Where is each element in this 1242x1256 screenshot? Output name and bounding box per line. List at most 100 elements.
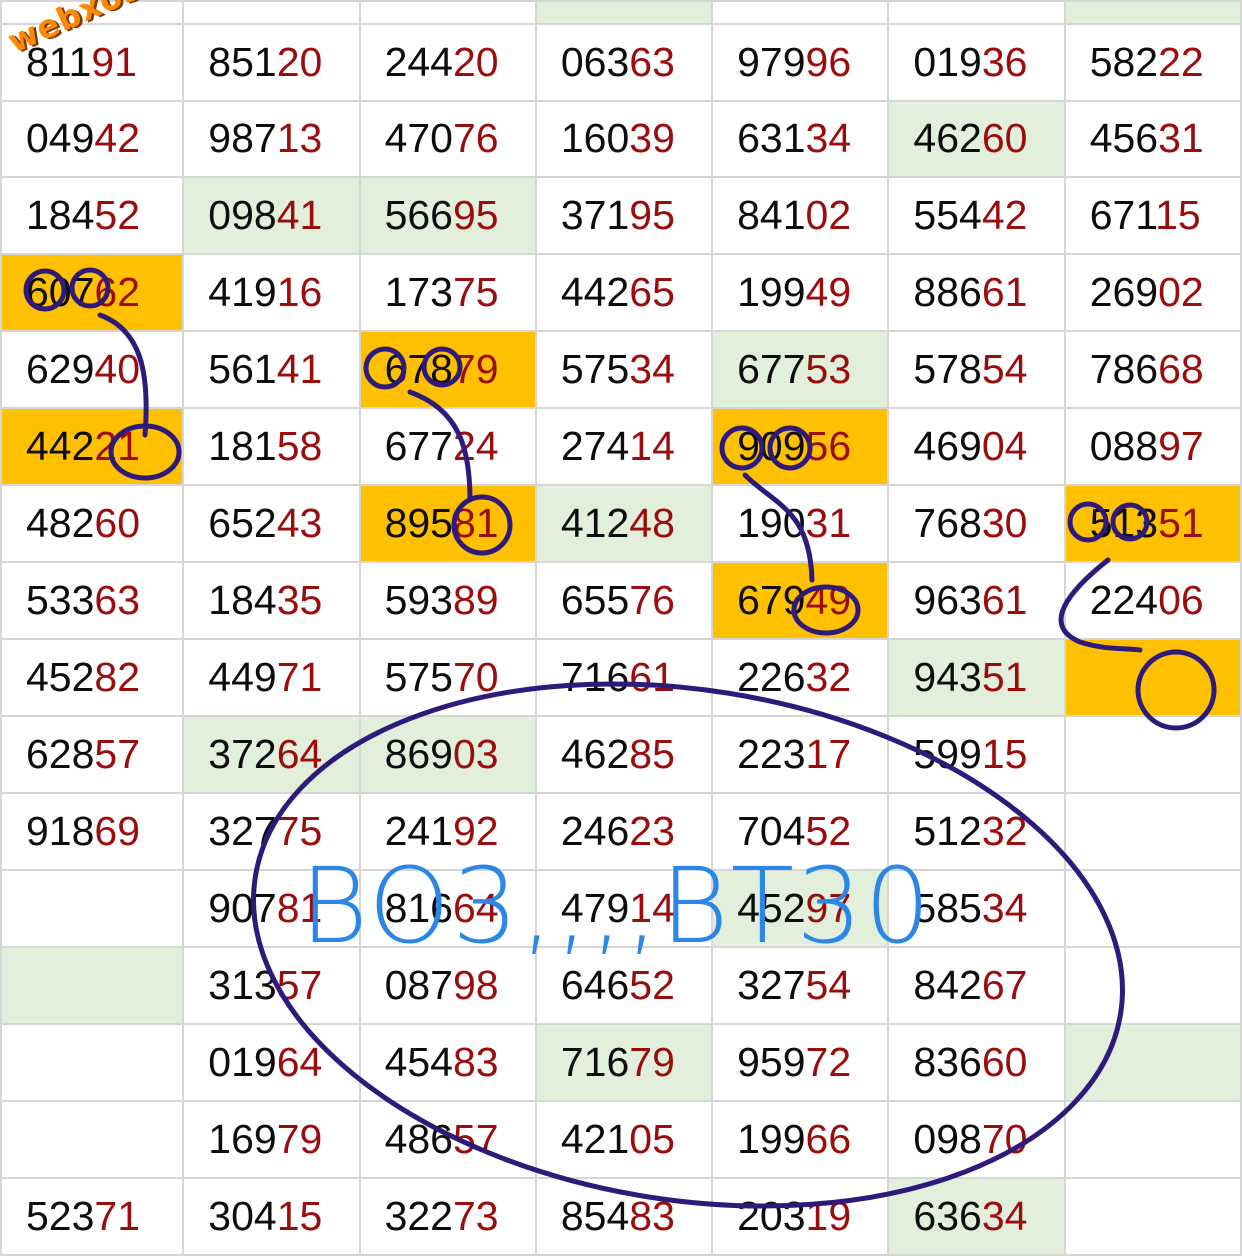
cell-number-tail: 68: [1158, 346, 1204, 393]
grid-cell: 27414: [534, 407, 714, 487]
cell-number-tail: 24: [452, 423, 499, 470]
cell-number: 26902: [1067, 269, 1204, 316]
grid-cell: 44265: [534, 253, 714, 333]
cell-number-head: 304: [208, 1192, 277, 1239]
cell-number: 01964: [185, 1038, 323, 1086]
cell-number-head: 449: [208, 654, 277, 701]
cell-number: 48260: [3, 500, 140, 547]
cell-number-tail: 71: [276, 654, 323, 701]
cell-number: 24420: [362, 39, 499, 86]
cell-number-head: 482: [26, 500, 95, 547]
cell-number-head: 836: [913, 1038, 982, 1085]
cell-number: 45631: [1067, 115, 1204, 162]
cell-number: 59389: [362, 577, 499, 624]
cell-number-head: 677: [737, 346, 806, 393]
cell-number-tail: 66: [805, 1115, 852, 1162]
grid-cell: [1063, 869, 1242, 948]
grid-cell: 83660: [887, 1022, 1066, 1102]
grid-cell: 84102: [711, 176, 890, 256]
grid-cell: 53363: [0, 561, 185, 641]
table-row: 81191 85120 24420 06363 97996 01936 58222: [0, 22, 1242, 102]
grid-cell: 32273: [358, 1176, 537, 1256]
cell-number-tail: 63: [94, 577, 141, 624]
cell-number: 52371: [3, 1192, 140, 1240]
table-row: 62857 37264 86903 46285 22317 59915: [0, 715, 1242, 795]
cell-number: 91869: [3, 808, 140, 855]
lottery-results-grid: 81191 85120 24420 06363 97996 01936 58222 04942…: [0, 0, 1242, 1256]
cell-number-head: 456: [1089, 115, 1159, 162]
cell-number: 67753: [714, 346, 851, 393]
cell-number-tail: 79: [276, 1115, 323, 1162]
cell-number-head: 442: [26, 423, 95, 470]
cell-number-head: 184: [208, 577, 277, 624]
cell-number-tail: 57: [94, 731, 141, 778]
cell-number-head: 226: [737, 654, 806, 701]
cell-number: 01936: [890, 39, 1027, 86]
grid-cell: 09870: [887, 1099, 1066, 1179]
cell-number: 86903: [362, 731, 499, 778]
cell-number-tail: 31: [805, 500, 852, 547]
grid-cell: 41248: [534, 484, 714, 564]
cell-number: 95972: [714, 1039, 851, 1086]
cell-number: 44221: [3, 423, 140, 470]
cell-number-head: 636: [913, 1192, 982, 1239]
cell-number-tail: 76: [452, 115, 499, 162]
grid-cell: 85120: [182, 22, 361, 102]
cell-number-head: 566: [384, 192, 453, 239]
cell-number-head: 599: [913, 731, 982, 778]
cell-number-head: 224: [1089, 577, 1159, 624]
cell-number: 44971: [185, 654, 323, 701]
cell-number-head: 098: [913, 1115, 982, 1162]
grid-body: 81191 85120 24420 06363 97996 01936 58222 04942…: [0, 0, 1242, 1256]
grid-cell: 08897: [1063, 407, 1242, 487]
cell-number-head: 462: [560, 731, 630, 778]
cell-number: 78668: [1067, 346, 1204, 393]
cell-number-tail: 73: [452, 1192, 499, 1239]
cell-number: 96361: [890, 577, 1027, 624]
cell-number-head: 419: [208, 269, 277, 316]
grid-cell: 41916: [182, 253, 361, 333]
table-row: 60762 41916 17375 44265 19949 88661 26902: [0, 253, 1242, 333]
cell-number: 16979: [185, 1115, 323, 1163]
cell-number-tail: 42: [981, 192, 1028, 239]
cell-number-head: 199: [737, 1115, 806, 1162]
cell-number-head: 907: [208, 885, 277, 932]
handwritten-note: BO3,,,,BT30: [300, 845, 933, 967]
cell-number: 18158: [185, 423, 322, 470]
cell-number: 04942: [3, 115, 141, 162]
grid-cell: 16979: [182, 1099, 361, 1179]
cell-number: 09841: [185, 192, 322, 239]
cell-number-head: 652: [208, 500, 277, 547]
grid-cell: [0, 1099, 185, 1179]
grid-cell: [1063, 1099, 1242, 1179]
grid-cell: 98713: [182, 99, 361, 179]
grid-cell: 56141: [182, 330, 361, 410]
cell-number: 90956: [714, 423, 851, 470]
cell-number: 22406: [1067, 577, 1204, 624]
cell-number: 37264: [185, 731, 323, 778]
cell-number: 32754: [714, 961, 852, 1009]
cell-number: 85483: [538, 1193, 675, 1240]
grid-cell: 48657: [358, 1099, 537, 1179]
cell-number: 57570: [362, 654, 499, 701]
cell-number-head: 523: [26, 1192, 95, 1239]
cell-number-tail: 42: [94, 115, 141, 162]
cell-number-head: 679: [737, 577, 806, 624]
cell-number-tail: 14: [629, 423, 675, 470]
grid-cell: 97996: [711, 22, 890, 102]
cell-number-tail: 41: [276, 346, 323, 393]
cell-number: 97996: [714, 39, 851, 86]
grid-cell: 78668: [1063, 330, 1242, 410]
cell-number: 19949: [714, 269, 851, 316]
cell-number: 94351: [890, 654, 1027, 701]
grid-cell: [1063, 715, 1242, 795]
cell-number-tail: 75: [452, 269, 499, 316]
cell-number: 65243: [185, 500, 322, 547]
cell-number-tail: 64: [276, 731, 323, 778]
grid-cell: 57534: [534, 330, 714, 410]
cell-number-tail: 54: [805, 961, 852, 1008]
cell-number-tail: 13: [276, 115, 323, 162]
cell-number-tail: 64: [276, 1038, 323, 1085]
cell-number-head: 372: [208, 731, 277, 778]
cell-number-tail: 16: [276, 269, 323, 316]
